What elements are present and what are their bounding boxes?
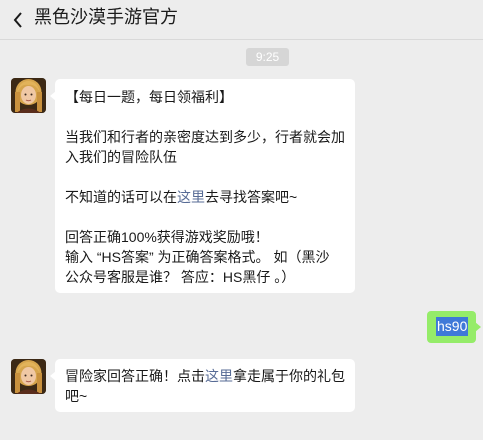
gift-link[interactable]: 这里 bbox=[205, 368, 233, 384]
message-reward: 回答正确100%获得游戏奖励哦！ bbox=[65, 229, 269, 245]
sender-avatar[interactable] bbox=[11, 359, 46, 394]
message-question-line-1: 当我们和行者的亲密度达到多少，行者就会加 bbox=[65, 129, 345, 145]
message-question-line-2: 入我们的冒险队伍 bbox=[65, 149, 177, 165]
message-timestamp: 9:25 bbox=[246, 48, 289, 66]
message-hint: 不知道的话可以在这里去寻找答案吧~ bbox=[65, 187, 355, 207]
back-chevron-icon[interactable] bbox=[12, 10, 28, 30]
reply-text-selected[interactable]: hs90 bbox=[436, 317, 469, 336]
hint-text-before: 不知道的话可以在 bbox=[65, 189, 177, 205]
incoming-message-bubble[interactable]: 【每日一题，每日领福利】 当我们和行者的亲密度达到多少，行者就会加 入我们的冒险… bbox=[50, 79, 355, 293]
incoming-message-bubble[interactable]: 冒险家回答正确！点击这里拿走属于你的礼包 吧~ bbox=[50, 359, 355, 412]
chat-header: 黑色沙漠手游官方 bbox=[0, 0, 483, 40]
message-heading: 【每日一题，每日领福利】 bbox=[65, 89, 233, 105]
bubble-tail bbox=[50, 371, 56, 381]
result-text-before: 冒险家回答正确！点击 bbox=[65, 368, 205, 384]
reply-result-line-2: 吧~ bbox=[65, 388, 88, 404]
chat-title: 黑色沙漠手游官方 bbox=[34, 7, 178, 27]
hint-text-after: 去寻找答案吧~ bbox=[205, 189, 298, 205]
reply-result-line-1: 冒险家回答正确！点击这里拿走属于你的礼包 bbox=[65, 366, 355, 386]
sender-avatar[interactable] bbox=[11, 78, 46, 113]
message-format-line-1: 输入 “HS答案” 为正确答案格式。 如（黑沙 bbox=[65, 249, 330, 265]
outgoing-message-bubble[interactable]: hs90 bbox=[427, 311, 481, 343]
bubble-tail bbox=[50, 91, 56, 101]
bubble-tail bbox=[475, 322, 481, 332]
hint-link[interactable]: 这里 bbox=[177, 189, 205, 205]
result-text-after: 拿走属于你的礼包 bbox=[233, 368, 345, 384]
message-format-line-2: 公众号客服是谁？ 答应：HS黑仔 。） bbox=[65, 269, 296, 285]
